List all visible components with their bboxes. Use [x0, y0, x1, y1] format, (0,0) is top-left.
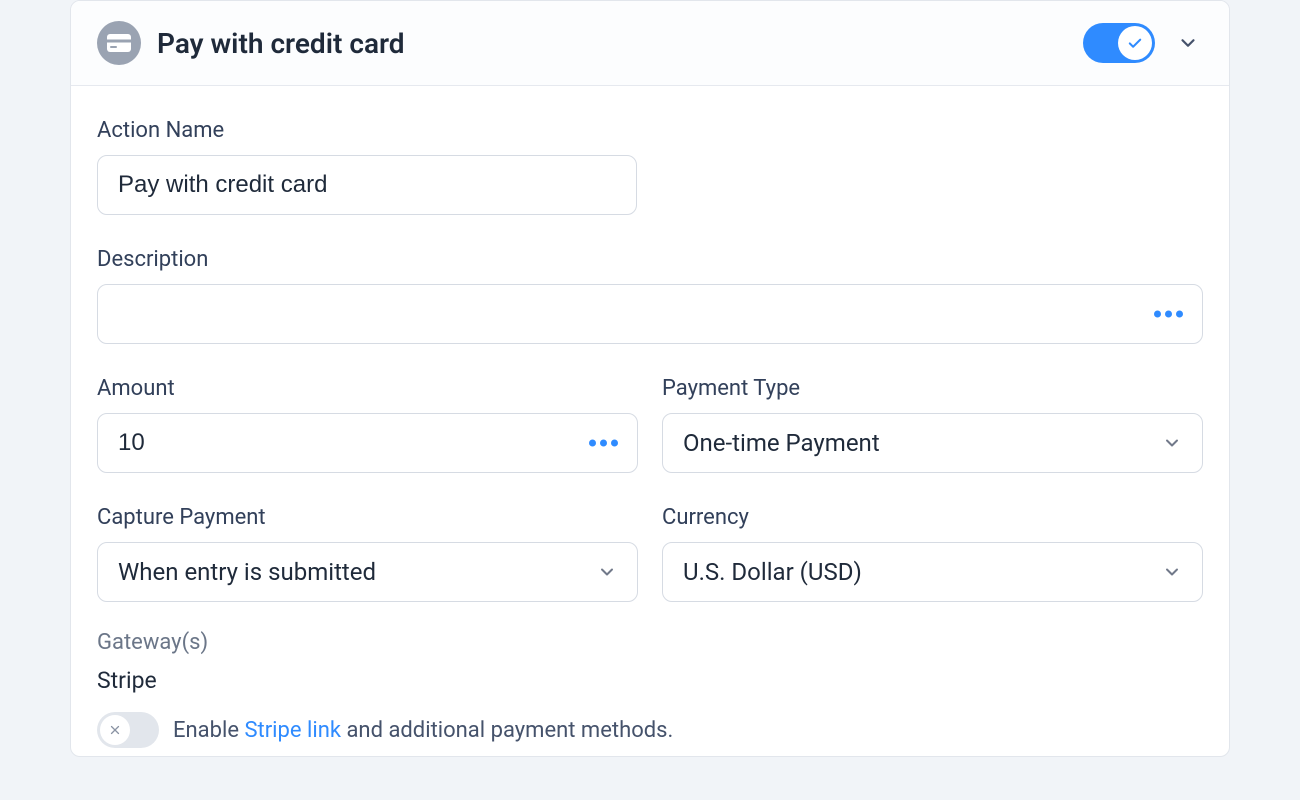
check-icon: [1126, 34, 1144, 52]
stripe-link[interactable]: Stripe link: [244, 718, 341, 743]
stripe-link-toggle[interactable]: [97, 712, 159, 748]
capture-payment-field: Capture Payment When entry is submitted: [97, 505, 638, 602]
action-name-field: Action Name: [97, 118, 1203, 215]
payment-type-select[interactable]: One-time Payment: [662, 413, 1203, 473]
action-name-input[interactable]: [97, 155, 637, 215]
dots-icon: [589, 440, 596, 447]
currency-value: U.S. Dollar (USD): [683, 558, 1162, 586]
stripe-link-text: Enable Stripe link and additional paymen…: [173, 718, 673, 743]
gateway-section: Gateway(s) Stripe Enable Stripe link and…: [97, 630, 1203, 748]
chevron-down-icon: [597, 562, 617, 582]
chevron-down-icon: [1177, 32, 1199, 54]
collapse-button[interactable]: [1173, 28, 1203, 58]
card-header: Pay with credit card: [71, 1, 1229, 86]
action-name-label: Action Name: [97, 118, 1203, 143]
currency-select[interactable]: U.S. Dollar (USD): [662, 542, 1203, 602]
close-icon: [108, 723, 122, 737]
amount-input[interactable]: [97, 413, 638, 473]
currency-label: Currency: [662, 505, 1203, 530]
card-title: Pay with credit card: [157, 27, 1083, 60]
chevron-down-icon: [1162, 562, 1182, 582]
dots-icon: [1154, 311, 1161, 318]
payment-type-field: Payment Type One-time Payment: [662, 376, 1203, 473]
capture-payment-select[interactable]: When entry is submitted: [97, 542, 638, 602]
chevron-down-icon: [1162, 433, 1182, 453]
capture-payment-label: Capture Payment: [97, 505, 638, 530]
amount-field: Amount: [97, 376, 638, 473]
amount-merge-tags-button[interactable]: [585, 436, 622, 451]
description-field: Description: [97, 247, 1203, 344]
toggle-knob: [100, 715, 130, 745]
card-body: Action Name Description Amount: [71, 86, 1229, 756]
description-input[interactable]: [97, 284, 1203, 344]
payment-type-label: Payment Type: [662, 376, 1203, 401]
description-merge-tags-button[interactable]: [1150, 307, 1187, 322]
amount-label: Amount: [97, 376, 638, 401]
enable-action-toggle[interactable]: [1083, 23, 1155, 63]
capture-payment-value: When entry is submitted: [118, 558, 597, 586]
toggle-knob: [1118, 26, 1152, 60]
payment-type-value: One-time Payment: [683, 429, 1162, 457]
description-label: Description: [97, 247, 1203, 272]
payment-action-card: Pay with credit card Action Name Descrip…: [70, 0, 1230, 757]
currency-field: Currency U.S. Dollar (USD): [662, 505, 1203, 602]
gateway-label: Gateway(s): [97, 630, 1203, 655]
gateway-name: Stripe: [97, 667, 1203, 694]
credit-card-icon: [97, 21, 141, 65]
